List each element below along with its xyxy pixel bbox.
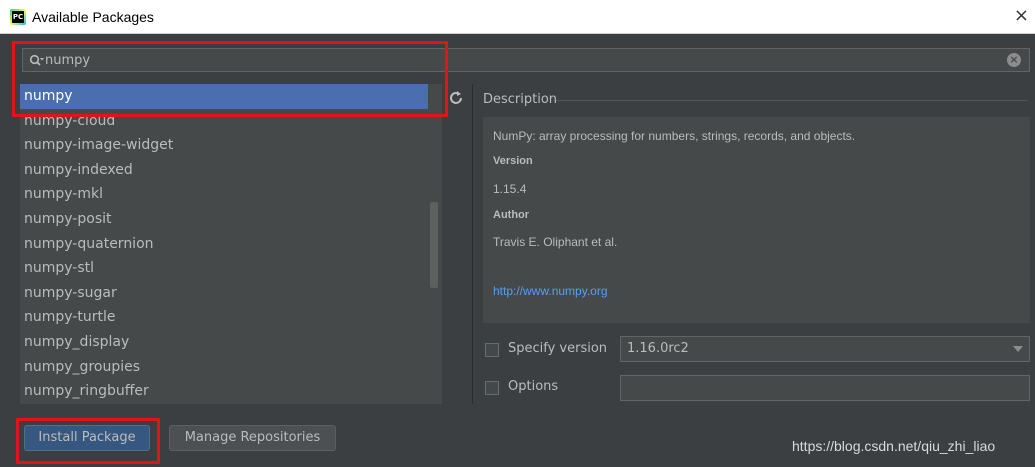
package-item[interactable]: numpy <box>20 84 442 109</box>
search-icon[interactable] <box>29 53 44 67</box>
options-checkbox[interactable] <box>485 381 499 395</box>
package-item[interactable]: numpy-sugar <box>20 281 442 306</box>
title-bar: Available Packages × <box>0 0 1035 34</box>
package-item[interactable]: numpy-quaternion <box>20 232 442 257</box>
version-select[interactable]: 1.16.0rc2 <box>620 336 1030 362</box>
homepage-link[interactable]: http://www.numpy.org <box>493 284 608 298</box>
package-item[interactable]: numpy-posit <box>20 207 442 232</box>
package-item[interactable]: numpy_groupies <box>20 355 442 380</box>
install-package-button[interactable]: Install Package <box>24 425 150 451</box>
manage-repositories-button[interactable]: Manage Repositories <box>169 425 336 451</box>
package-item[interactable]: numpy_display <box>20 330 442 355</box>
description-panel: NumPy: array processing for numbers, str… <box>483 117 1030 323</box>
version-select-value: 1.16.0rc2 <box>627 341 689 356</box>
package-item[interactable]: numpy-image-widget <box>20 133 442 158</box>
version-label: Version <box>493 155 533 167</box>
specify-version-checkbox[interactable] <box>485 343 499 357</box>
app-icon <box>10 8 26 25</box>
search-bar[interactable]: × <box>22 48 1030 72</box>
author-value: Travis E. Oliphant et al. <box>493 235 618 249</box>
package-item[interactable]: numpy-indexed <box>20 158 442 183</box>
version-value: 1.15.4 <box>493 182 527 196</box>
close-icon[interactable]: × <box>1014 6 1029 26</box>
author-label: Author <box>493 209 530 221</box>
package-item[interactable]: numpy-turtle <box>20 305 442 330</box>
package-item[interactable]: numpy-cloud <box>20 109 442 134</box>
splitter[interactable] <box>472 84 481 404</box>
divider <box>556 100 1028 101</box>
package-item[interactable]: numpy_ringbuffer <box>20 379 442 404</box>
chevron-down-icon[interactable] <box>1013 346 1023 352</box>
clear-icon[interactable]: × <box>1007 53 1021 67</box>
options-input[interactable] <box>620 375 1030 401</box>
options-label[interactable]: Options <box>508 379 558 394</box>
refresh-icon[interactable] <box>448 90 464 106</box>
package-item[interactable]: numpy-stl <box>20 256 442 281</box>
description-text: NumPy: array processing for numbers, str… <box>493 129 856 143</box>
package-item[interactable]: numpy-mkl <box>20 182 442 207</box>
search-input[interactable] <box>43 51 947 69</box>
window-title: Available Packages <box>32 8 154 25</box>
scrollbar-thumb[interactable] <box>430 202 438 288</box>
watermark: https://blog.csdn.net/qiu_zhi_liao <box>792 438 996 454</box>
specify-version-label[interactable]: Specify version <box>508 341 607 356</box>
package-list[interactable]: numpy numpy-cloud numpy-image-widget numpy-… <box>20 84 442 404</box>
description-label: Description <box>483 92 558 107</box>
